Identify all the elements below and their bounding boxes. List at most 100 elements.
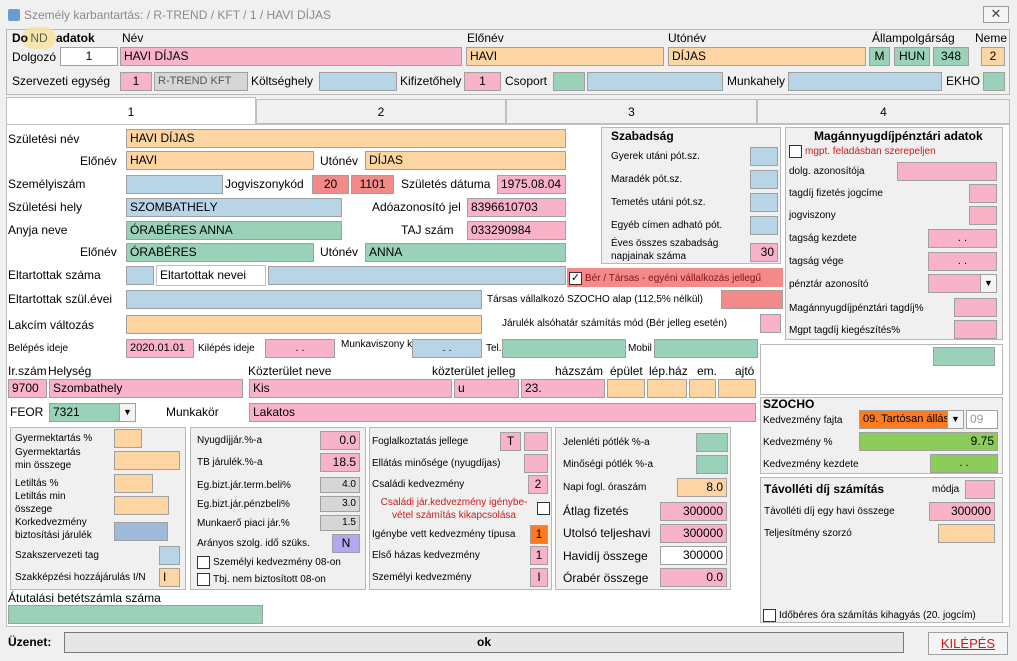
csoport-field[interactable] bbox=[553, 72, 585, 91]
modja-field[interactable] bbox=[965, 480, 995, 499]
eltartottak-nevei-field[interactable] bbox=[268, 266, 566, 285]
taj-field[interactable]: 033290984 bbox=[467, 221, 566, 240]
foglalkoztatas-field-2[interactable] bbox=[524, 432, 548, 451]
kifizetohely-field[interactable]: 1 bbox=[464, 72, 501, 91]
neme-field[interactable]: 2 bbox=[981, 47, 1005, 66]
ellatas-field[interactable] bbox=[524, 454, 548, 473]
egyeb-pot-field[interactable] bbox=[750, 216, 778, 235]
eg-penz-field[interactable]: 3.0 bbox=[320, 496, 360, 512]
elonev-field[interactable]: HAVI bbox=[126, 151, 314, 170]
kedv-kezdete-field[interactable]: . . bbox=[930, 454, 998, 473]
koltseghely-field[interactable] bbox=[319, 72, 397, 91]
tarsas-szocho-field[interactable] bbox=[721, 290, 783, 309]
adoazonosito-field[interactable]: 8396610703 bbox=[467, 198, 566, 217]
extra-field[interactable] bbox=[933, 347, 995, 366]
chevron-down-icon[interactable]: ▼ bbox=[947, 411, 963, 428]
munkaero-field[interactable]: 1.5 bbox=[320, 515, 360, 531]
tagdij-jogcime-field[interactable] bbox=[969, 184, 997, 203]
szul-nev-field[interactable]: HAVI DÍJAS bbox=[126, 129, 566, 148]
utolso-field[interactable]: 300000 bbox=[660, 524, 727, 543]
mobil-field[interactable] bbox=[654, 339, 758, 358]
nev-field[interactable]: HAVI DÍJAS bbox=[120, 47, 462, 66]
eves-szabadsag-field[interactable]: 30 bbox=[750, 243, 778, 262]
igenybe-field[interactable]: 1 bbox=[530, 525, 548, 544]
csaladi-field[interactable]: 2 bbox=[528, 475, 548, 494]
jelenleti-field[interactable] bbox=[696, 433, 728, 452]
szemelyi-kedv-checkbox[interactable] bbox=[197, 556, 210, 569]
napi-field[interactable]: 8.0 bbox=[677, 478, 727, 497]
korkedv-field[interactable] bbox=[114, 522, 168, 541]
helyseg-field[interactable]: Szombathely bbox=[49, 379, 243, 398]
munkaviszony-field[interactable]: . . bbox=[412, 339, 482, 358]
epulet-field[interactable] bbox=[607, 379, 645, 398]
chevron-down-icon[interactable]: ▼ bbox=[119, 404, 135, 421]
allampolgarsag-code-field[interactable]: HUN bbox=[894, 47, 930, 66]
utonev-field[interactable]: DÍJAS bbox=[365, 151, 566, 170]
atlag-field[interactable]: 300000 bbox=[660, 502, 727, 521]
szul-datum-field[interactable]: 1975.08.04 bbox=[497, 175, 566, 194]
jogviszony-field[interactable] bbox=[969, 206, 997, 225]
szul-hely-field[interactable]: SZOMBATHELY bbox=[126, 198, 342, 217]
lakcim-field[interactable] bbox=[126, 315, 482, 334]
munkahely-field[interactable] bbox=[788, 72, 942, 91]
tb-field[interactable]: 18.5 bbox=[320, 453, 360, 472]
szakkepzesi-field[interactable]: I bbox=[159, 568, 180, 587]
ajto-field[interactable] bbox=[718, 379, 756, 398]
kedv-fajta-select[interactable]: 09. Tartósan állás ▼ bbox=[859, 410, 964, 429]
allampolgarsag-m-field[interactable]: M bbox=[869, 47, 890, 66]
ber-tarsas-checkbox[interactable]: ✓ bbox=[569, 272, 582, 285]
irszam-field[interactable]: 9700 bbox=[8, 379, 47, 398]
jelleg-field[interactable]: u bbox=[454, 379, 519, 398]
maradek-pot-field[interactable] bbox=[750, 170, 778, 189]
tagdij-pct-field[interactable] bbox=[954, 298, 997, 317]
tel-field[interactable] bbox=[502, 339, 626, 358]
tbj-checkbox[interactable] bbox=[197, 573, 210, 586]
hazszam-field[interactable]: 23. bbox=[521, 379, 605, 398]
szemelyi-field[interactable]: I bbox=[530, 568, 548, 587]
jogviszonykod-field-2[interactable]: 1101 bbox=[351, 175, 394, 194]
nyugdij-field[interactable]: 0.0 bbox=[320, 431, 360, 450]
lephaz-field[interactable] bbox=[647, 379, 687, 398]
jogviszonykod-field-1[interactable]: 20 bbox=[312, 175, 349, 194]
utonev-header-field[interactable]: DÍJAS bbox=[668, 47, 866, 66]
gyerek-pot-field[interactable] bbox=[750, 147, 778, 166]
elso-hazas-field[interactable]: 1 bbox=[530, 546, 548, 565]
teljesitmeny-field[interactable] bbox=[938, 524, 995, 543]
kedv-pct-field[interactable]: 9.75 bbox=[859, 432, 998, 451]
mgpt-checkbox[interactable] bbox=[789, 145, 802, 158]
jarulek-field[interactable] bbox=[760, 314, 781, 333]
tavolleti-osszeg-field[interactable]: 300000 bbox=[929, 502, 995, 521]
kilepes-field[interactable]: . . bbox=[265, 339, 335, 358]
csaladi-jar-checkbox[interactable] bbox=[537, 502, 550, 515]
eltartottak-szama-field[interactable] bbox=[126, 266, 154, 285]
tab-3[interactable]: 3 bbox=[506, 99, 757, 124]
letiltas-pct-field[interactable] bbox=[114, 474, 153, 493]
em-field[interactable] bbox=[689, 379, 716, 398]
foglalkoztatas-field[interactable]: T bbox=[500, 432, 521, 451]
minosegi-field[interactable] bbox=[696, 455, 728, 474]
bank-field[interactable] bbox=[8, 605, 263, 624]
ekho-field[interactable] bbox=[983, 72, 1005, 91]
oraber-field[interactable]: 0.0 bbox=[660, 568, 727, 587]
tab-1[interactable]: 1 bbox=[6, 97, 256, 125]
tab-2[interactable]: 2 bbox=[256, 99, 506, 124]
anyja-elonev-field[interactable]: ÓRABÉRES bbox=[126, 243, 314, 262]
feor-select[interactable]: 7321 ▼ bbox=[49, 403, 136, 422]
chevron-down-icon[interactable]: ▼ bbox=[980, 275, 996, 292]
elonev-header-field[interactable]: HAVI bbox=[466, 47, 664, 66]
aranyos-field[interactable]: N bbox=[332, 534, 360, 553]
belepes-field[interactable]: 2020.01.01 bbox=[126, 339, 194, 358]
kozterulet-field[interactable]: Kis bbox=[249, 379, 452, 398]
dolgozo-field[interactable]: 1 bbox=[60, 47, 118, 66]
temetes-pot-field[interactable] bbox=[750, 193, 778, 212]
letiltas-min-field[interactable] bbox=[114, 496, 169, 515]
eg-term-field[interactable]: 4.0 bbox=[320, 477, 360, 493]
idoberes-checkbox[interactable] bbox=[763, 609, 776, 622]
gyermektartas-min-field[interactable] bbox=[114, 451, 180, 470]
mgpt-kieg-field[interactable] bbox=[954, 320, 997, 339]
munkakor-field[interactable]: Lakatos bbox=[249, 403, 756, 422]
anyja-neve-field[interactable]: ÓRABÉRES ANNA bbox=[126, 221, 342, 240]
kilepes-button[interactable]: KILÉPÉS bbox=[928, 632, 1008, 655]
gyermektartas-pct-field[interactable] bbox=[114, 429, 142, 448]
tab-4[interactable]: 4 bbox=[757, 99, 1010, 124]
